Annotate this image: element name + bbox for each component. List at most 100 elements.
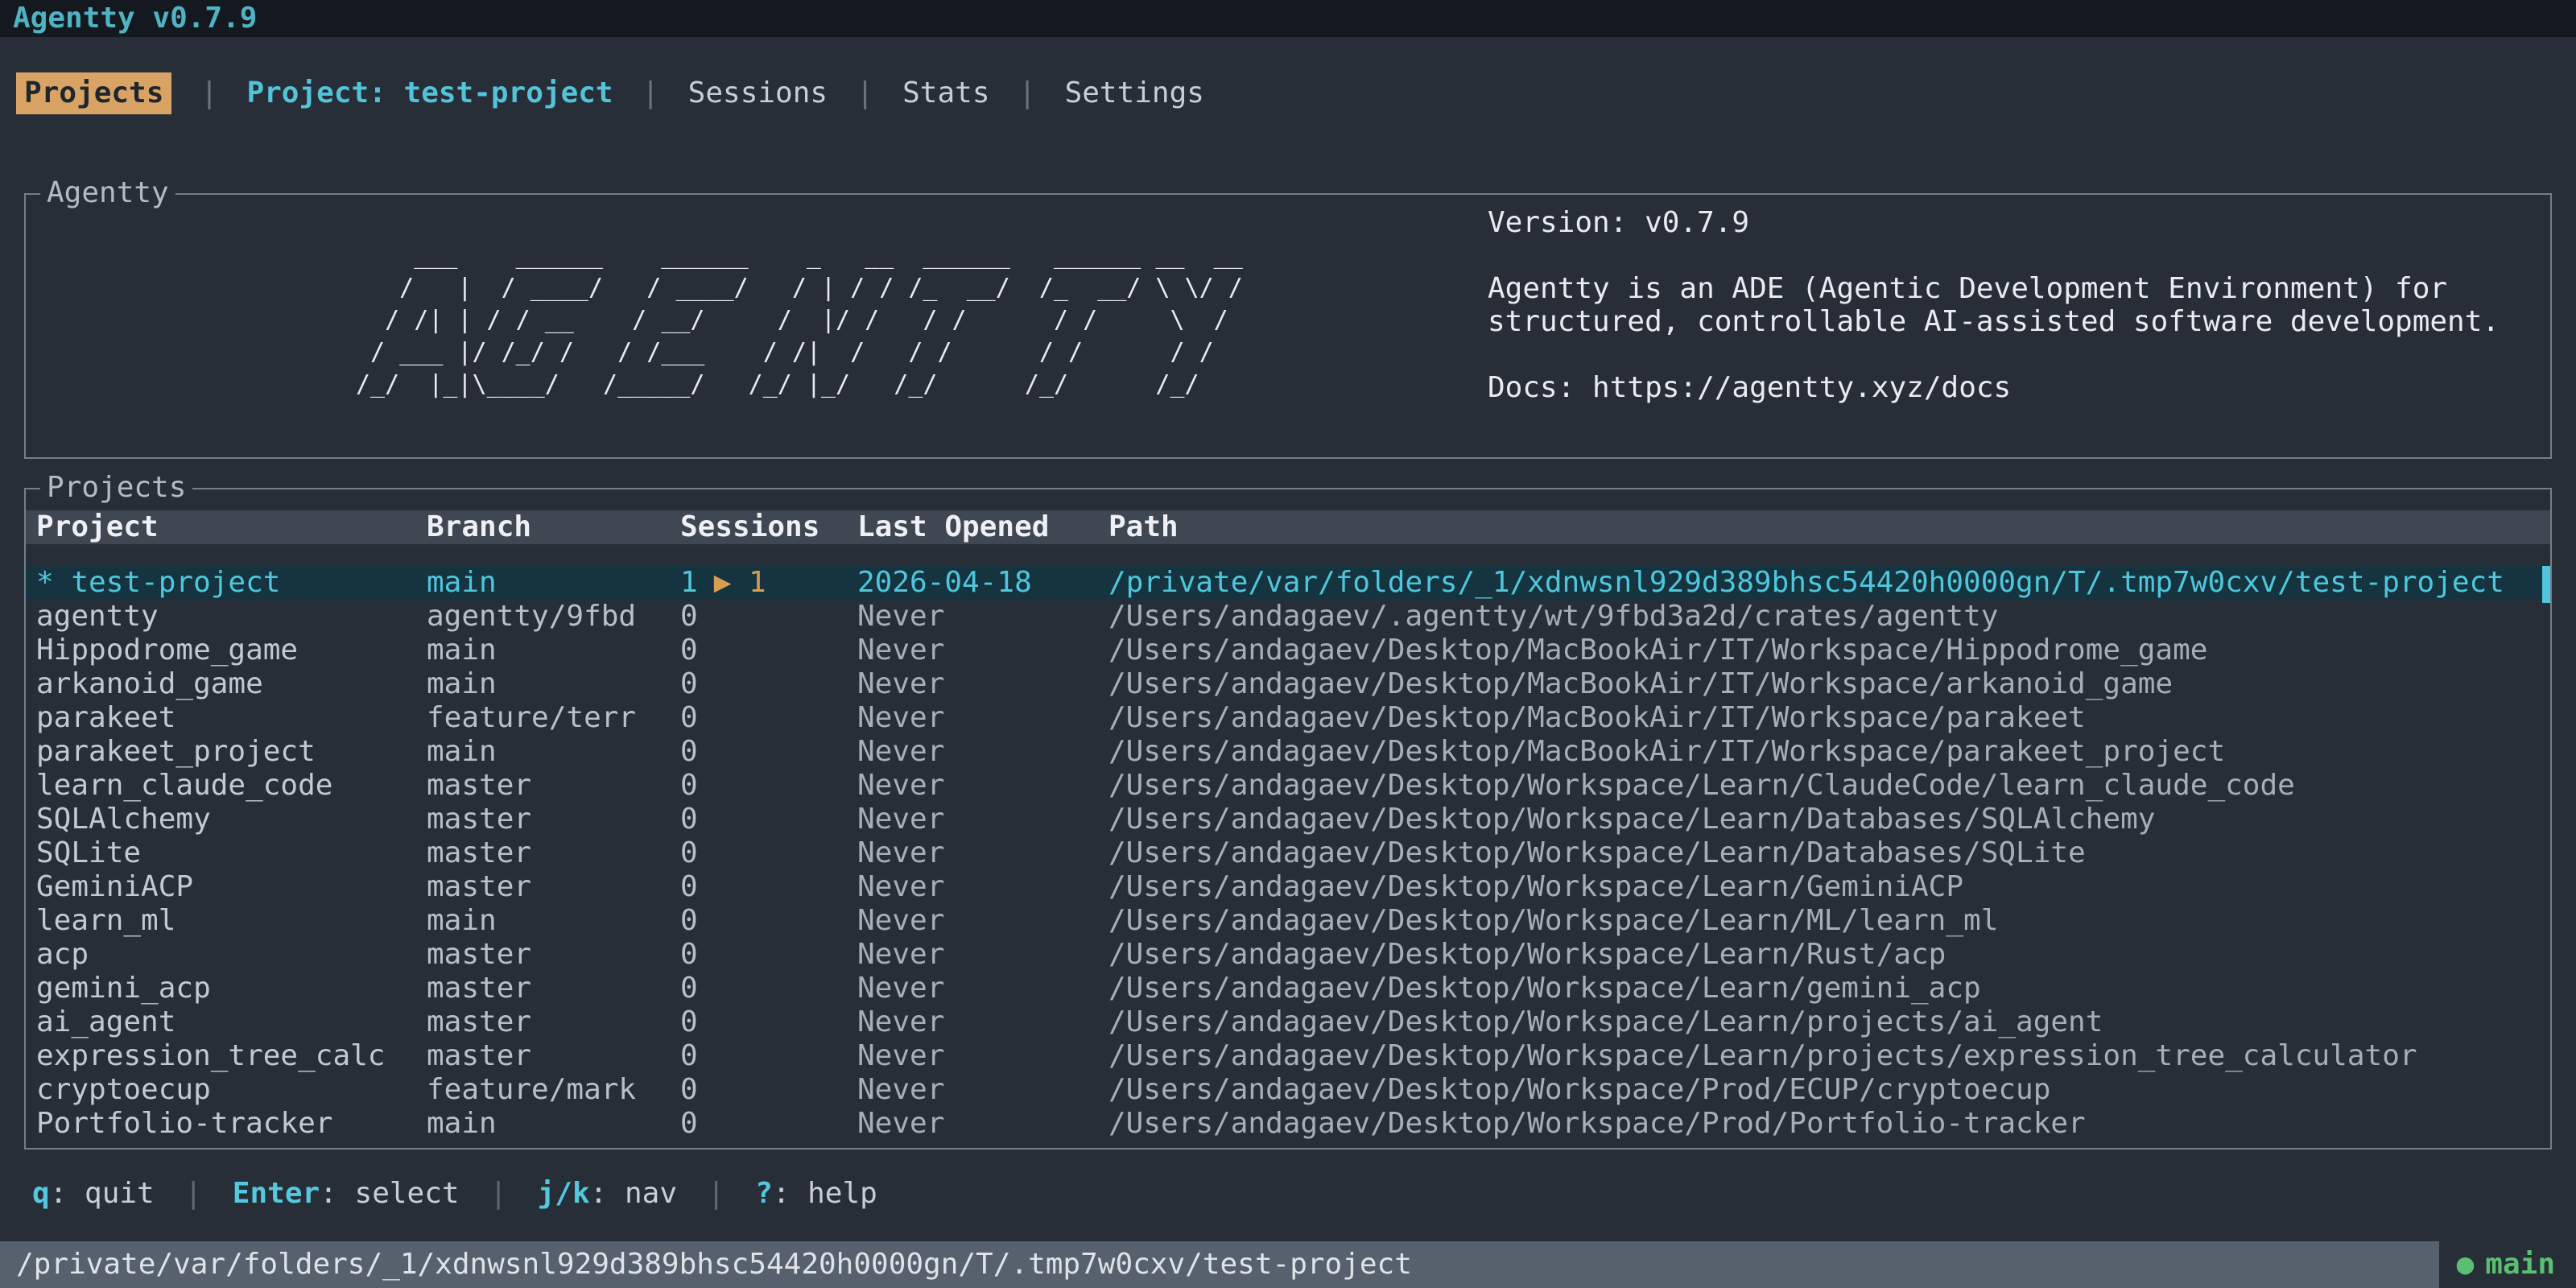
table-row[interactable]: Hippodrome_game main 0 Never /Users/anda… (26, 634, 2550, 667)
cell-last-opened: Never (857, 870, 1108, 904)
cell-project: learn_claude_code (36, 769, 427, 803)
cell-path: /Users/andagaev/Desktop/Workspace/Learn/… (1108, 972, 2550, 1005)
table-row[interactable]: gemini_acp master 0 Never /Users/andagae… (26, 972, 2550, 1005)
cell-last-opened: Never (857, 836, 1108, 870)
branch-dot-icon: ● (2457, 1248, 2475, 1281)
cell-path: /Users/andagaev/Desktop/MacBookAir/IT/Wo… (1108, 634, 2550, 667)
cell-path: /Users/andagaev/Desktop/MacBookAir/IT/Wo… (1108, 701, 2550, 735)
title-bar: Agentty v0.7.9 (0, 0, 2576, 37)
help-bar: q: quit | Enter: select | j/k: nav | ?: … (32, 1174, 877, 1214)
cell-last-opened: Never (857, 735, 1108, 769)
about-panel: Agentty ___ ______ ______ _ __ ______ __… (24, 193, 2552, 459)
cell-path: /Users/andagaev/Desktop/Workspace/Learn/… (1108, 938, 2550, 972)
cell-branch: main (427, 566, 680, 600)
tab-bar: Projects | Project: test-project | Sessi… (16, 72, 1204, 114)
cell-sessions: 0 (680, 667, 857, 701)
cell-path: /Users/andagaev/Desktop/Workspace/Learn/… (1108, 1005, 2550, 1039)
cell-sessions: 0 (680, 803, 857, 836)
table-row[interactable]: SQLite master 0 Never /Users/andagaev/De… (26, 836, 2550, 870)
cell-sessions: 0 (680, 1073, 857, 1107)
cell-path: /Users/andagaev/Desktop/MacBookAir/IT/Wo… (1108, 667, 2550, 701)
git-branch-indicator: ● main (2439, 1241, 2576, 1288)
help-key-select: Enter (233, 1177, 320, 1210)
scrollbar-thumb[interactable] (2542, 566, 2550, 603)
cell-path: /Users/andagaev/Desktop/Workspace/Prod/E… (1108, 1073, 2550, 1107)
app-window: Agentty v0.7.9 Projects | Project: test-… (0, 0, 2576, 1288)
about-panel-title: Agentty (40, 176, 175, 210)
cell-project: expression_tree_calc (36, 1039, 427, 1073)
table-row[interactable]: expression_tree_calc master 0 Never /Use… (26, 1039, 2550, 1073)
cell-last-opened: Never (857, 904, 1108, 938)
spacer (1488, 338, 2500, 371)
cell-path: /Users/andagaev/.agentty/wt/9fbd3a2d/cra… (1108, 600, 2550, 634)
branch-name: main (2485, 1248, 2555, 1281)
table-row[interactable]: learn_ml main 0 Never /Users/andagaev/De… (26, 904, 2550, 938)
tab-sessions[interactable]: Sessions (688, 76, 828, 109)
cell-project: ai_agent (36, 1005, 427, 1039)
cell-project: Portfolio-tracker (36, 1107, 427, 1141)
table-row[interactable]: acp master 0 Never /Users/andagaev/Deskt… (26, 938, 2550, 972)
cell-sessions: 0 (680, 701, 857, 735)
cell-last-opened: Never (857, 667, 1108, 701)
cell-branch: main (427, 735, 680, 769)
help-desc-select: : select (320, 1177, 459, 1210)
tab-settings[interactable]: Settings (1065, 76, 1204, 109)
table-row[interactable]: learn_claude_code master 0 Never /Users/… (26, 769, 2550, 803)
cell-project: acp (36, 938, 427, 972)
table-row[interactable]: GeminiACP master 0 Never /Users/andagaev… (26, 870, 2550, 904)
table-row[interactable]: parakeet_project main 0 Never /Users/and… (26, 735, 2550, 769)
cell-sessions: 0 (680, 1107, 857, 1141)
cell-sessions: 0 (680, 972, 857, 1005)
cell-last-opened: Never (857, 938, 1108, 972)
cell-branch: master (427, 803, 680, 836)
cell-last-opened: Never (857, 600, 1108, 634)
description-line-2: structured, controllable AI-assisted sof… (1488, 305, 2500, 338)
help-separator: | (695, 1177, 738, 1210)
cell-path: /Users/andagaev/Desktop/Workspace/Learn/… (1108, 870, 2550, 904)
cell-project: parakeet_project (36, 735, 427, 769)
cell-branch: master (427, 836, 680, 870)
column-header-last-opened: Last Opened (857, 510, 1108, 544)
tab-projects[interactable]: Projects (16, 72, 171, 114)
cell-last-opened: Never (857, 1005, 1108, 1039)
help-desc-quit: : quit (50, 1177, 155, 1210)
tab-separator: | (845, 76, 886, 109)
cell-project: agentty (36, 600, 427, 634)
projects-panel-title: Projects (40, 471, 192, 505)
projects-panel: Projects Project Branch Sessions Last Op… (24, 488, 2552, 1150)
cell-branch: main (427, 667, 680, 701)
cell-sessions: 0 (680, 836, 857, 870)
cell-sessions: 0 (680, 634, 857, 667)
cell-project: cryptoecup (36, 1073, 427, 1107)
table-row[interactable]: SQLAlchemy master 0 Never /Users/andagae… (26, 803, 2550, 836)
table-row[interactable]: agentty agentty/9fbd 0 Never /Users/anda… (26, 600, 2550, 634)
cell-branch: main (427, 904, 680, 938)
help-separator: | (171, 1177, 215, 1210)
cell-sessions: 0 (680, 904, 857, 938)
cell-last-opened: Never (857, 769, 1108, 803)
tab-stats[interactable]: Stats (902, 76, 989, 109)
docs-link[interactable]: Docs: https://agentty.xyz/docs (1488, 371, 2500, 404)
cell-last-opened: Never (857, 701, 1108, 735)
cell-sessions: 0 (680, 870, 857, 904)
table-row[interactable]: cryptoecup feature/mark 0 Never /Users/a… (26, 1073, 2550, 1107)
column-header-branch: Branch (427, 510, 680, 544)
about-info: Version: v0.7.9 Agentty is an ADE (Agent… (1488, 206, 2500, 404)
cell-branch: feature/terr (427, 701, 680, 735)
tab-current-project[interactable]: Project: test-project (246, 76, 613, 109)
cell-last-opened: Never (857, 1107, 1108, 1141)
table-row[interactable]: arkanoid_game main 0 Never /Users/andaga… (26, 667, 2550, 701)
status-bar: /private/var/folders/_1/xdnwsnl929d389bh… (0, 1241, 2576, 1288)
cell-project: SQLAlchemy (36, 803, 427, 836)
cell-sessions: 1▶ 1 (680, 566, 857, 600)
cell-path: /Users/andagaev/Desktop/Workspace/Prod/P… (1108, 1107, 2550, 1141)
table-row-selected[interactable]: * test-project main 1▶ 1 2026-04-18 /pri… (26, 566, 2550, 600)
table-row[interactable]: ai_agent master 0 Never /Users/andagaev/… (26, 1005, 2550, 1039)
cell-branch: master (427, 1039, 680, 1073)
help-key-help: ? (755, 1177, 773, 1210)
cell-sessions: 0 (680, 600, 857, 634)
cell-last-opened: Never (857, 1073, 1108, 1107)
column-header-project: Project (36, 510, 427, 544)
table-row[interactable]: Portfolio-tracker main 0 Never /Users/an… (26, 1107, 2550, 1141)
table-row[interactable]: parakeet feature/terr 0 Never /Users/and… (26, 701, 2550, 735)
